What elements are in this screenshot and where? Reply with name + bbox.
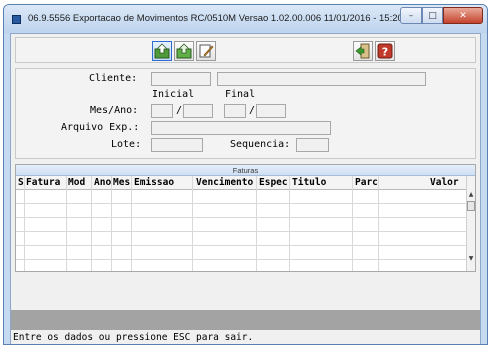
grid-row-line xyxy=(16,259,468,260)
grid-col-line xyxy=(289,176,290,271)
mes-final-field[interactable] xyxy=(224,104,246,118)
column-header-ano[interactable]: Ano xyxy=(94,176,111,190)
close-button[interactable]: ✕ xyxy=(443,7,483,24)
export-button[interactable] xyxy=(174,41,194,61)
export-selected-icon xyxy=(154,43,170,59)
lote-label: Lote: xyxy=(111,139,142,150)
grid-col-line xyxy=(378,176,379,271)
grid-row-line xyxy=(16,245,468,246)
toolbar: ? xyxy=(15,37,476,63)
cliente-label: Cliente: xyxy=(89,73,138,84)
grid-row-line xyxy=(16,217,468,218)
export-selected-button[interactable] xyxy=(152,41,172,61)
help-icon: ? xyxy=(377,43,393,59)
date-separator: / xyxy=(249,105,256,116)
sequencia-field[interactable] xyxy=(296,138,329,152)
client-area: ? Cliente: Inicial Final Mes/Ano: / / Ar… xyxy=(10,33,481,344)
column-header-espec[interactable]: Espec xyxy=(259,176,288,190)
column-header-emissao[interactable]: Emissao xyxy=(134,176,174,190)
grid-body[interactable] xyxy=(16,190,468,271)
column-header-parc[interactable]: Parc xyxy=(355,176,378,190)
exit-button[interactable] xyxy=(353,41,373,61)
grid-row-line xyxy=(16,231,468,232)
grid-col-line xyxy=(111,176,112,271)
grid-row-line xyxy=(16,203,468,204)
date-separator: / xyxy=(176,105,183,116)
grid-col-line xyxy=(256,176,257,271)
app-window: 06.9.5556 Exportacao de Movimentos RC/05… xyxy=(3,4,488,345)
grid-col-line xyxy=(66,176,67,271)
status-message: Entre os dados ou pressione ESC para sai… xyxy=(13,332,254,343)
exit-icon xyxy=(355,43,370,59)
scroll-thumb[interactable] xyxy=(467,201,475,211)
grid-col-line xyxy=(91,176,92,271)
mes-ano-label: Mes/Ano: xyxy=(90,105,139,116)
maximize-button[interactable]: □ xyxy=(422,7,443,24)
title-bar[interactable]: 06.9.5556 Exportacao de Movimentos RC/05… xyxy=(4,5,487,33)
ano-final-field[interactable] xyxy=(256,104,286,118)
grid-scrollbar[interactable]: ▲ ▼ xyxy=(466,176,475,271)
filter-form: Cliente: Inicial Final Mes/Ano: / / Arqu… xyxy=(15,68,476,159)
grid-col-line xyxy=(24,176,25,271)
status-bar: Entre os dados ou pressione ESC para sai… xyxy=(11,330,480,344)
column-header-titulo[interactable]: Titulo xyxy=(292,176,326,190)
arquivo-exp-label: Arquivo Exp.: xyxy=(61,122,140,133)
app-icon xyxy=(12,15,21,24)
window-title: 06.9.5556 Exportacao de Movimentos RC/05… xyxy=(28,13,403,24)
edit-button[interactable] xyxy=(196,41,216,61)
sequencia-label: Sequencia: xyxy=(230,139,291,150)
message-bar xyxy=(11,310,480,330)
help-button[interactable]: ? xyxy=(375,41,395,61)
grid-col-line xyxy=(131,176,132,271)
cliente-code-field[interactable] xyxy=(151,72,211,86)
cliente-name-field[interactable] xyxy=(217,72,426,86)
arquivo-exp-field[interactable] xyxy=(151,121,331,135)
ano-inicial-field[interactable] xyxy=(183,104,213,118)
grid-col-line xyxy=(192,176,193,271)
scroll-up-icon[interactable]: ▲ xyxy=(467,190,475,199)
column-header-valor[interactable]: Valor xyxy=(430,176,459,190)
final-label: Final xyxy=(225,89,256,100)
scroll-down-icon[interactable]: ▼ xyxy=(467,254,475,263)
column-header-mes[interactable]: Mes xyxy=(113,176,130,190)
faturas-grid: Faturas S Fatura Mod Ano Mes Emissao Ven… xyxy=(15,164,476,272)
column-header-vencimento[interactable]: Vencimento xyxy=(196,176,253,190)
column-header-s[interactable]: S xyxy=(18,176,24,190)
minimize-button[interactable]: – xyxy=(400,7,422,24)
edit-icon xyxy=(199,44,214,58)
column-header-fatura[interactable]: Fatura xyxy=(26,176,60,190)
column-header-mod[interactable]: Mod xyxy=(68,176,85,190)
lote-field[interactable] xyxy=(151,138,203,152)
inicial-label: Inicial xyxy=(152,89,195,100)
grid-col-line xyxy=(352,176,353,271)
grid-caption: Faturas xyxy=(16,165,475,176)
empty-panel xyxy=(15,276,476,304)
grid-header: S Fatura Mod Ano Mes Emissao Vencimento … xyxy=(16,176,468,190)
mes-inicial-field[interactable] xyxy=(151,104,173,118)
svg-text:?: ? xyxy=(382,46,388,59)
export-icon xyxy=(176,43,192,59)
